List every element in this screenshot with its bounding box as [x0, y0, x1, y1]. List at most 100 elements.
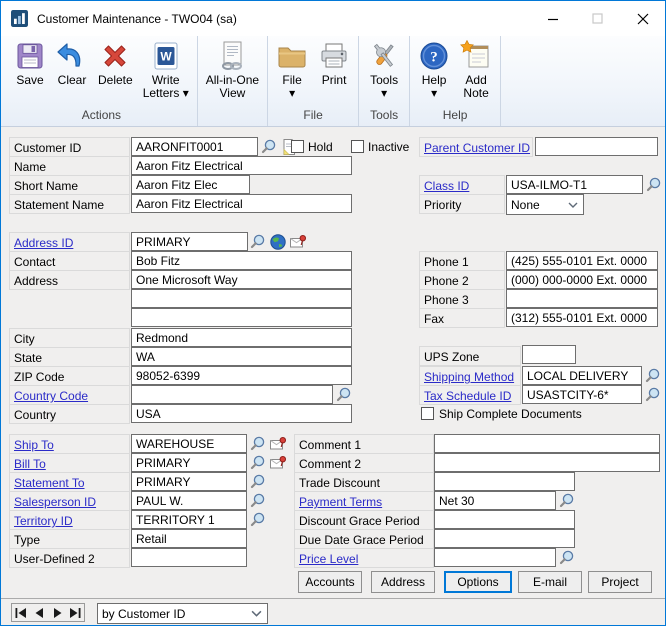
shipping-method-lookup-icon[interactable] — [643, 366, 663, 385]
address-id-link[interactable]: Address ID — [14, 236, 73, 250]
bill-to-lookup-icon[interactable] — [248, 453, 268, 472]
type-field[interactable]: Retail — [131, 529, 247, 548]
country-code-link[interactable]: Country Code — [14, 389, 88, 403]
inactive-checkbox[interactable] — [351, 140, 364, 153]
toolbar-group-tools: Tools ▾ Tools — [359, 36, 410, 126]
payment-terms-link[interactable]: Payment Terms — [299, 495, 382, 509]
ups-zone-field[interactable] — [522, 345, 576, 364]
ship-complete-checkbox[interactable] — [421, 407, 434, 420]
nav-last-button[interactable] — [68, 605, 83, 620]
class-id-field[interactable]: USA-ILMO-T1 — [506, 175, 643, 194]
price-level-field[interactable] — [434, 548, 556, 567]
ship-to-letter-icon[interactable] — [268, 434, 288, 453]
maximize-button[interactable] — [575, 1, 620, 36]
contact-field[interactable]: Bob Fitz — [131, 251, 352, 270]
options-button[interactable]: Options — [444, 571, 512, 593]
country-code-lookup-icon[interactable] — [334, 385, 354, 404]
delete-button[interactable]: Delete — [93, 38, 138, 87]
parent-customer-id-link[interactable]: Parent Customer ID — [424, 141, 530, 155]
accounts-button[interactable]: Accounts — [298, 571, 362, 593]
address-field-3[interactable] — [131, 308, 352, 327]
statement-to-field[interactable]: PRIMARY — [131, 472, 247, 491]
bill-to-letter-icon[interactable] — [268, 453, 288, 472]
phone2-field[interactable]: (000) 000-0000 Ext. 0000 — [506, 270, 658, 289]
address-field-1[interactable]: One Microsoft Way — [131, 270, 352, 289]
internet-info-icon[interactable] — [268, 232, 288, 251]
territory-id-link[interactable]: Territory ID — [14, 514, 73, 528]
statement-to-link[interactable]: Statement To — [14, 476, 85, 490]
nav-previous-button[interactable] — [32, 605, 47, 620]
file-button[interactable]: File ▾ — [271, 38, 313, 100]
minimize-button[interactable] — [530, 1, 575, 36]
email-button[interactable]: E-mail — [518, 571, 582, 593]
project-button[interactable]: Project — [588, 571, 652, 593]
comment-1-field[interactable] — [434, 434, 660, 453]
class-id-link[interactable]: Class ID — [424, 179, 469, 193]
country-field[interactable]: USA — [131, 404, 352, 423]
write-letters-button[interactable]: W Write Letters ▾ — [138, 38, 194, 100]
statement-to-lookup-icon[interactable] — [248, 472, 268, 491]
nav-next-button[interactable] — [50, 605, 65, 620]
salesperson-lookup-icon[interactable] — [248, 491, 268, 510]
bill-to-link[interactable]: Bill To — [14, 457, 46, 471]
zip-code-field[interactable]: 98052-6399 — [131, 366, 352, 385]
fax-field[interactable]: (312) 555-0101 Ext. 0000 — [506, 308, 658, 327]
sort-by-select[interactable]: by Customer ID — [97, 603, 268, 624]
user-defined-2-field[interactable] — [131, 548, 247, 567]
shipping-method-link[interactable]: Shipping Method — [424, 370, 514, 384]
comment-1-label: Comment 1 — [294, 434, 434, 454]
priority-select[interactable]: None — [506, 194, 584, 215]
territory-id-field[interactable]: TERRITORY 1 — [131, 510, 247, 529]
parent-customer-id-field[interactable] — [535, 137, 658, 156]
name-field[interactable]: Aaron Fitz Electrical — [131, 156, 352, 175]
ship-to-lookup-icon[interactable] — [248, 434, 268, 453]
address-button[interactable]: Address — [371, 571, 435, 593]
phone3-field[interactable] — [506, 289, 658, 308]
close-button[interactable] — [620, 1, 665, 36]
statement-name-field[interactable]: Aaron Fitz Electrical — [131, 194, 352, 213]
trade-discount-field[interactable] — [434, 472, 575, 491]
ship-to-field[interactable]: WAREHOUSE — [131, 434, 247, 453]
short-name-field[interactable]: Aaron Fitz Elec — [131, 175, 250, 194]
class-id-lookup-icon[interactable] — [644, 175, 664, 194]
customer-id-field[interactable]: AARONFIT0001 — [131, 137, 258, 156]
save-button[interactable]: Save — [9, 38, 51, 87]
address-id-lookup-icon[interactable] — [248, 232, 268, 251]
ship-to-link[interactable]: Ship To — [14, 438, 54, 452]
salesperson-id-link[interactable]: Salesperson ID — [14, 495, 96, 509]
address-field-2[interactable] — [131, 289, 352, 308]
nav-next-icon — [53, 608, 62, 618]
help-button[interactable]: ? Help ▾ — [413, 38, 455, 100]
add-note-button[interactable]: Add Note — [455, 38, 497, 100]
print-button[interactable]: Print — [313, 38, 355, 87]
comment-2-field[interactable] — [434, 453, 660, 472]
clear-button[interactable]: Clear — [51, 38, 93, 87]
tax-schedule-id-field[interactable]: USASTCITY-6* — [522, 385, 642, 404]
payment-terms-lookup-icon[interactable] — [557, 491, 577, 510]
state-field[interactable]: WA — [131, 347, 352, 366]
address-id-field[interactable]: PRIMARY — [131, 232, 248, 251]
city-field[interactable]: Redmond — [131, 328, 352, 347]
territory-lookup-icon[interactable] — [248, 510, 268, 529]
due-date-grace-period-field[interactable] — [434, 529, 575, 548]
salesperson-id-field[interactable]: PAUL W. — [131, 491, 247, 510]
ribbon-toolbar: Save Clear Delete W Write Letters ▾ Acti… — [1, 36, 665, 127]
country-code-field[interactable] — [131, 385, 333, 404]
tools-button[interactable]: Tools ▾ — [363, 38, 405, 100]
customer-id-lookup-icon[interactable] — [259, 137, 279, 156]
class-id-label: Class ID — [419, 175, 505, 195]
payment-terms-field[interactable]: Net 30 — [434, 491, 556, 510]
phone1-field[interactable]: (425) 555-0101 Ext. 0000 — [506, 251, 658, 270]
shipping-method-field[interactable]: LOCAL DELIVERY — [522, 366, 642, 385]
discount-grace-period-field[interactable] — [434, 510, 575, 529]
address-letter-icon[interactable] — [288, 232, 308, 251]
tax-schedule-id-link[interactable]: Tax Schedule ID — [424, 389, 511, 403]
hold-checkbox[interactable] — [291, 140, 304, 153]
all-in-one-view-button[interactable]: All-in-One View — [201, 38, 264, 100]
price-level-link[interactable]: Price Level — [299, 552, 358, 566]
price-level-lookup-icon[interactable] — [557, 548, 577, 567]
nav-first-button[interactable] — [14, 605, 29, 620]
tax-schedule-lookup-icon[interactable] — [643, 385, 663, 404]
svg-text:W: W — [160, 50, 172, 64]
bill-to-field[interactable]: PRIMARY — [131, 453, 247, 472]
